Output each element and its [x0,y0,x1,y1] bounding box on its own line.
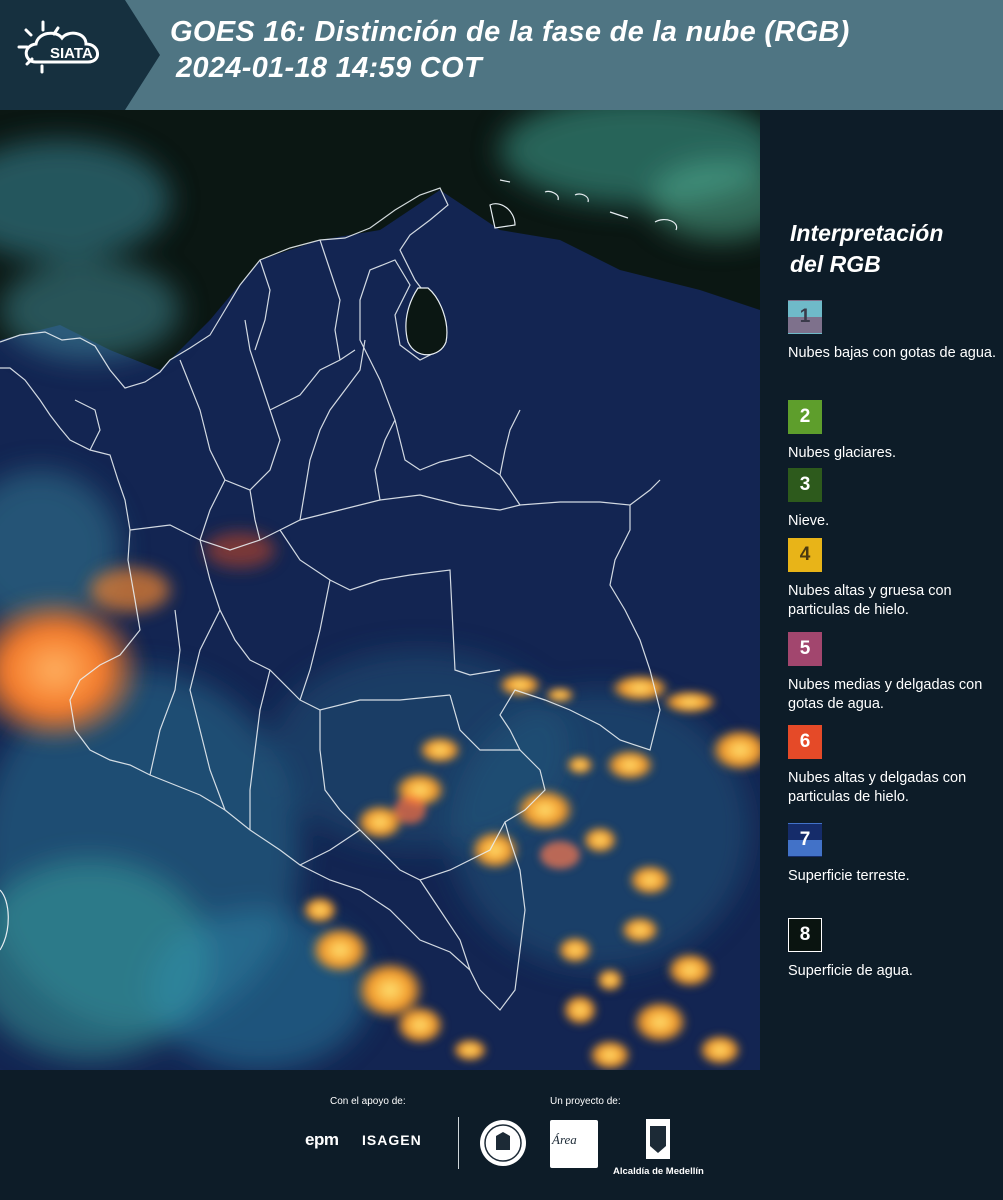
medellin-seal-icon [478,1118,528,1173]
legend-title-line2: del RGB [790,251,881,277]
header-bar: SIATA GOES 16: Distinción de la fase de … [0,0,1003,110]
legend-item: 6 Nubes altas y delgadas con particulas d… [788,725,998,807]
legend-item-label: Nubes medias y delgadas con gotas de agu… [788,677,983,712]
legend-item: 8 Superficie de agua. [788,918,998,981]
legend-swatch-number: 4 [799,544,811,565]
legend-swatch: 3 [788,468,822,502]
epm-logo: epm [305,1130,339,1149]
legend-swatch: 2 [788,400,822,434]
title-line1: GOES 16: Distinción de la fase de la nub… [170,16,850,48]
legend-item: 2 Nubes glaciares. [788,400,998,463]
legend-item: 7 Superficie terreste. [788,823,998,886]
legend-item-label: Nubes altas y delgadas con particulas de… [788,770,967,805]
satellite-map [0,110,760,1070]
legend-swatch: 7 [788,823,822,857]
project-label: Un proyecto de: [550,1096,621,1107]
isagen-logo: ISAGEN [362,1132,422,1148]
legend-title: Interpretación del RGB [790,218,943,280]
legend-swatch-number: 7 [799,829,811,850]
legend-item: 4 Nubes altas y gruesa con particulas de … [788,538,998,620]
siata-logo-text: SIATA [50,45,93,62]
legend-item: 1 Nubes bajas con gotas de agua. [788,300,998,363]
legend-swatch: 6 [788,725,822,759]
legend-item-label: Superficie terreste. [788,868,910,884]
legend-swatch: 1 [788,300,822,334]
legend-item-label: Superficie de agua. [788,963,913,979]
alcaldia-label: Alcaldía de Medellín [613,1166,704,1177]
legend-swatch-number: 2 [799,406,811,427]
legend-title-line1: Interpretación [790,220,944,246]
legend-swatch-number: 6 [799,731,811,752]
legend-swatch-number: 3 [799,474,811,495]
legend-swatch-number: 1 [799,306,811,327]
siata-logo: SIATA [0,0,160,110]
legend-item: 5 Nubes medias y delgadas con gotas de ag… [788,632,998,714]
legend-swatch-number: 5 [799,638,811,659]
alcaldia-shield-icon [645,1118,671,1165]
legend-swatch: 8 [788,918,822,952]
title-line2: 2024-01-18 14:59 COT [176,52,482,84]
page-title: GOES 16: Distinción de la fase de la nub… [170,14,850,86]
footer: Con el apoyo de: Un proyecto de: epm ISA… [0,1070,1003,1200]
legend-swatch: 5 [788,632,822,666]
legend-item-label: Nubes altas y gruesa con particulas de h… [788,583,952,618]
legend-item-label: Nubes glaciares. [788,445,896,461]
footer-divider [458,1117,459,1169]
legend-item: 3 Nieve. [788,468,998,531]
legend-item-label: Nieve. [788,513,830,529]
legend-swatch: 4 [788,538,822,572]
support-label: Con el apoyo de: [330,1096,406,1107]
area-metropolitana-text: Área [552,1132,577,1147]
legend-item-label: Nubes bajas con gotas de agua. [788,345,996,361]
legend-swatch-number: 8 [799,924,811,945]
rgb-legend: Interpretación del RGB 1 Nubes bajas con … [760,110,1003,1070]
